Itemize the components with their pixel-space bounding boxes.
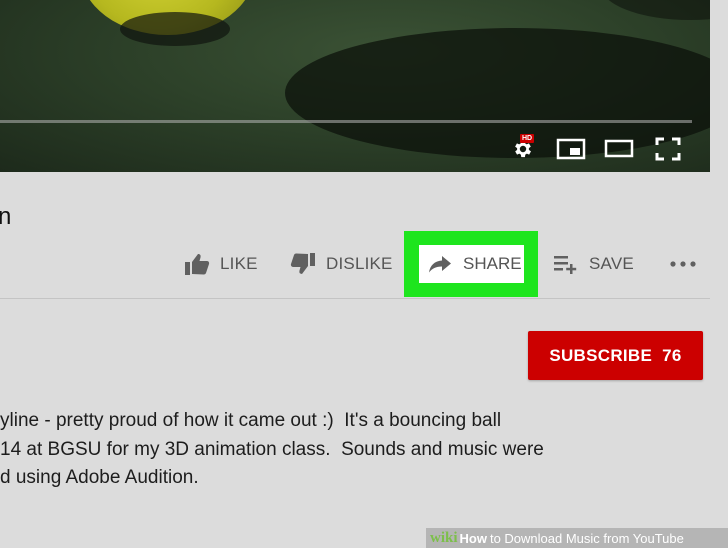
settings-button[interactable]: HD (508, 134, 538, 162)
share-button[interactable]: SHARE (419, 245, 524, 283)
watermark-text: to Download Music from YouTube (489, 530, 684, 546)
save-button[interactable]: SAVE (553, 250, 634, 278)
video-title: n (0, 203, 12, 230)
like-label: LIKE (220, 254, 258, 273)
progress-bar[interactable] (0, 120, 692, 123)
description-line: yline - pretty proud of how it came out … (0, 410, 502, 431)
more-horizontal-icon (670, 261, 696, 267)
miniplayer-button[interactable] (555, 136, 587, 162)
fullscreen-button[interactable] (654, 136, 682, 162)
miniplayer-icon (556, 138, 586, 160)
description-line: 14 at BGSU for my 3D animation class. So… (0, 438, 544, 460)
video-description: yline - pretty proud of how it came out … (0, 407, 544, 493)
fullscreen-icon (655, 137, 681, 161)
share-label: SHARE (463, 254, 522, 273)
share-arrow-icon (429, 256, 451, 273)
thumbs-down-icon (290, 253, 315, 274)
more-actions-button[interactable] (669, 250, 697, 278)
wikihow-watermark: wiki How to Download Music from YouTube (426, 528, 728, 548)
divider (0, 298, 710, 299)
save-label: SAVE (589, 254, 634, 273)
theater-mode-icon (604, 139, 634, 158)
like-button[interactable]: LIKE (184, 250, 258, 278)
dislike-button[interactable]: DISLIKE (290, 250, 393, 278)
add-to-playlist-icon (554, 256, 577, 274)
watermark-how: How (459, 530, 487, 546)
watermark-wiki: wiki (430, 529, 458, 546)
subscriber-count: 76 (662, 345, 682, 365)
thumbs-up-icon (185, 254, 210, 275)
dislike-label: DISLIKE (326, 254, 393, 273)
hd-badge: HD (520, 134, 535, 143)
subscribe-label: SUBSCRIBE (549, 345, 653, 365)
theater-mode-button[interactable] (603, 136, 635, 162)
subscribe-button[interactable]: SUBSCRIBE 76 (528, 331, 703, 380)
description-line: d using Adobe Audition. (0, 467, 199, 488)
video-shadow-graphic (120, 12, 230, 46)
video-player[interactable]: HD (0, 0, 710, 172)
